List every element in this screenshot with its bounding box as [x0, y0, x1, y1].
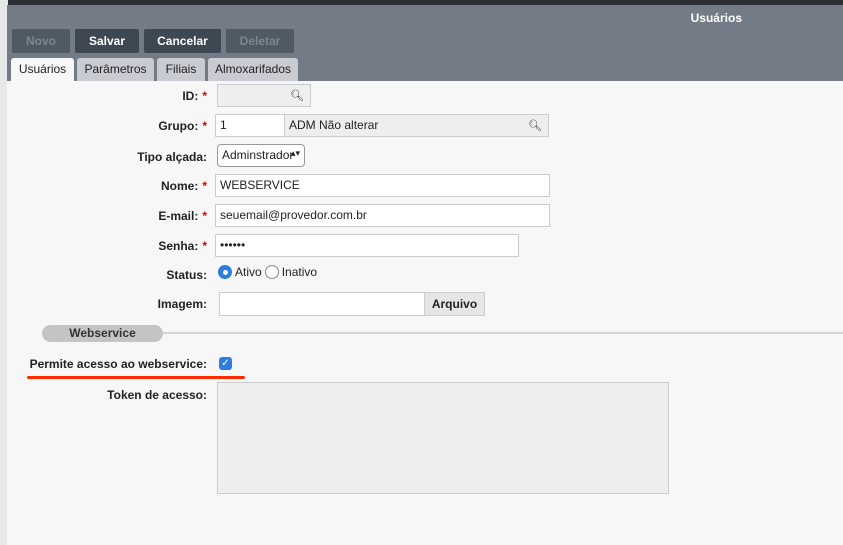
token-textarea[interactable]: [217, 382, 669, 494]
status-label: Status:: [166, 268, 207, 282]
tab-usuarios[interactable]: Usuários: [11, 58, 74, 81]
salvar-button[interactable]: Salvar: [75, 29, 139, 53]
deletar-button[interactable]: Deletar: [226, 29, 294, 53]
search-icon[interactable]: 🔍︎: [528, 119, 542, 132]
tab-almoxarifados[interactable]: Almoxarifados: [208, 58, 298, 81]
grupo-name-field[interactable]: ADM Não alterar 🔍︎: [284, 114, 549, 137]
id-label: ID: *: [182, 89, 207, 103]
select-arrows-icon: ▴▾: [290, 148, 300, 158]
status-radio-group: Ativo Inativo: [218, 265, 317, 279]
id-field[interactable]: 🔍︎: [217, 84, 311, 107]
users-window: Usuários Novo Salvar Cancelar Deletar Us…: [7, 5, 843, 545]
token-label: Token de acesso:: [107, 388, 207, 402]
tab-filiais[interactable]: Filiais: [157, 58, 205, 81]
grupo-code-input[interactable]: 1: [215, 114, 285, 137]
tipo-alcada-select[interactable]: Adminstrador ▴▾: [217, 144, 305, 167]
annotation-underline: [27, 376, 245, 379]
grupo-label: Grupo: *: [158, 119, 207, 133]
radio-inativo[interactable]: [264, 265, 279, 279]
webservice-section-header: Webservice: [42, 325, 163, 342]
window-header: Usuários Novo Salvar Cancelar Deletar Us…: [7, 5, 843, 81]
ativo-label[interactable]: Ativo: [235, 265, 262, 279]
arquivo-button[interactable]: Arquivo: [424, 292, 485, 316]
section-divider: [162, 332, 843, 334]
imagem-file-field[interactable]: [219, 292, 425, 316]
tab-parametros[interactable]: Parâmetros: [77, 58, 154, 81]
nome-label: Nome: *: [160, 179, 207, 193]
imagem-label: Imagem:: [157, 297, 207, 311]
search-icon[interactable]: 🔍︎: [290, 89, 304, 102]
novo-button[interactable]: Novo: [12, 29, 70, 53]
senha-label: Senha: *: [158, 239, 207, 253]
nome-input[interactable]: WEBSERVICE: [215, 174, 550, 197]
email-label: E-mail: *: [158, 209, 207, 223]
window-title: Usuários: [690, 11, 742, 25]
inativo-label[interactable]: Inativo: [282, 265, 317, 279]
radio-ativo[interactable]: [218, 265, 232, 279]
senha-input[interactable]: ••••••: [215, 234, 519, 257]
permite-label: Permite acesso ao webservice:: [29, 357, 207, 371]
permite-checkbox[interactable]: ✓: [219, 357, 232, 370]
cancelar-button[interactable]: Cancelar: [144, 29, 221, 53]
grupo-name: ADM Não alterar: [289, 118, 379, 132]
tipo-alcada-label: Tipo alçada:: [137, 150, 207, 164]
email-input[interactable]: seuemail@provedor.com.br: [215, 204, 550, 227]
